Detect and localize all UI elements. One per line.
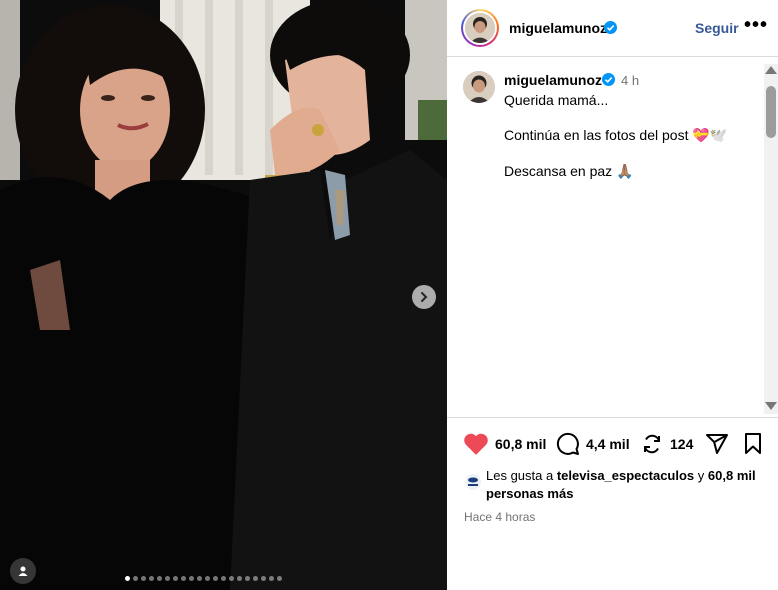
carousel-dot — [277, 576, 282, 581]
carousel-dot — [213, 576, 218, 581]
repost-icon — [644, 434, 660, 454]
heart-icon — [464, 433, 488, 455]
next-slide-button[interactable] — [412, 285, 436, 309]
bookmark-icon — [745, 433, 761, 454]
caption-timestamp[interactable]: 4 h — [621, 73, 639, 88]
caption-author-username[interactable]: miguelamunoz — [504, 72, 602, 88]
tagged-users-button[interactable] — [10, 558, 36, 584]
story-ring[interactable] — [461, 9, 499, 47]
more-options-icon[interactable]: ••• — [744, 15, 768, 35]
post-actions: 60,8 mil 4,4 mil 124 Les gusta a televis… — [447, 417, 778, 590]
caption-line-1: Querida mamá... — [504, 92, 609, 108]
carousel-dot — [253, 576, 258, 581]
carousel-dot — [173, 576, 178, 581]
carousel-dot — [125, 576, 130, 581]
caption-line-2: Continúa en las fotos del post 💝🕊️ — [504, 127, 728, 143]
likes-summary: Les gusta a televisa_espectaculos y 60,8… — [486, 467, 766, 503]
carousel-dot — [229, 576, 234, 581]
like-count[interactable]: 60,8 mil — [495, 436, 546, 452]
scrollbar-thumb[interactable] — [766, 86, 776, 138]
carousel-dot — [197, 576, 202, 581]
post-header: miguelamunoz Seguir ••• — [447, 0, 778, 57]
scroll-up-arrow-icon[interactable] — [765, 66, 777, 74]
like-button[interactable]: 60,8 mil — [463, 432, 546, 456]
repost-count[interactable]: 124 — [670, 436, 693, 452]
carousel-dot — [245, 576, 250, 581]
verified-badge-icon — [604, 21, 617, 34]
post-media[interactable] — [0, 0, 447, 590]
share-paper-plane-icon — [706, 434, 728, 454]
caption-section: miguelamunoz 4 h Querida mamá... Continú… — [447, 58, 778, 416]
carousel-dot — [237, 576, 242, 581]
likes-suffix[interactable]: personas más — [486, 486, 573, 501]
carousel-dot — [141, 576, 146, 581]
carousel-dot — [269, 576, 274, 581]
carousel-dot — [205, 576, 210, 581]
carousel-dot — [221, 576, 226, 581]
carousel-dot — [261, 576, 266, 581]
caption-line-3: Descansa en paz 🙏🏽 — [504, 163, 634, 179]
likes-prefix: Les gusta a — [486, 468, 554, 483]
verified-badge-icon — [602, 73, 615, 86]
caption-author-avatar[interactable] — [463, 71, 495, 103]
share-button[interactable] — [705, 432, 729, 456]
carousel-dot — [189, 576, 194, 581]
post-photo — [0, 0, 447, 590]
repost-button[interactable]: 124 — [640, 432, 693, 456]
scroll-down-arrow-icon[interactable] — [765, 402, 777, 410]
liker-account-link[interactable]: televisa_espectaculos — [557, 468, 694, 483]
save-button[interactable] — [742, 432, 764, 456]
carousel-indicator — [125, 576, 282, 581]
user-icon — [18, 566, 28, 576]
comment-button[interactable]: 4,4 mil — [556, 432, 630, 456]
carousel-dot — [181, 576, 186, 581]
carousel-dot — [133, 576, 138, 581]
carousel-dot — [165, 576, 170, 581]
chevron-right-icon — [421, 292, 428, 302]
post-time-ago[interactable]: Hace 4 horas — [464, 510, 535, 524]
liker-avatar-icon[interactable] — [465, 474, 481, 490]
avatar — [465, 13, 495, 43]
likes-count-link[interactable]: 60,8 mil — [708, 468, 756, 483]
comment-count[interactable]: 4,4 mil — [586, 436, 630, 452]
carousel-dot — [149, 576, 154, 581]
comment-icon — [556, 432, 579, 455]
follow-button[interactable]: Seguir — [695, 20, 739, 36]
post-author-username[interactable]: miguelamunoz — [509, 20, 607, 36]
carousel-dot — [157, 576, 162, 581]
post-details-panel: miguelamunoz Seguir ••• miguelamunoz 4 h… — [447, 0, 778, 590]
likes-joiner: y — [697, 468, 705, 483]
